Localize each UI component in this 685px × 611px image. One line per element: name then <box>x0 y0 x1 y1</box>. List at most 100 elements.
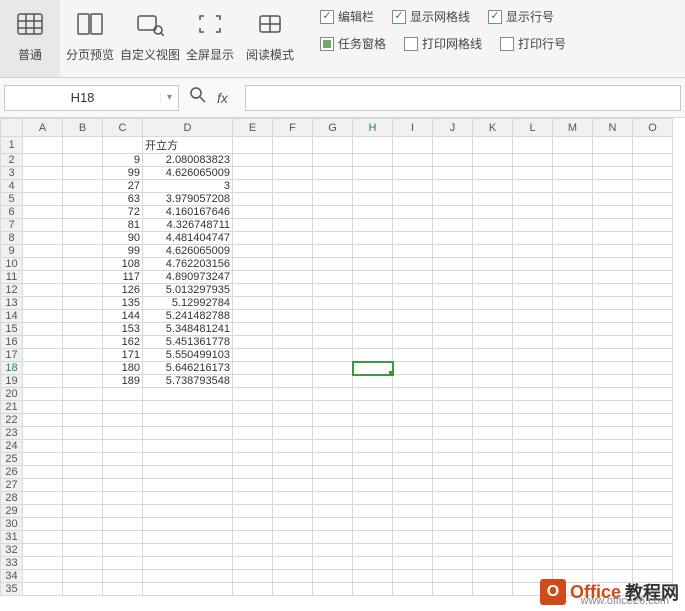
cell[interactable] <box>233 206 273 219</box>
cell[interactable] <box>353 375 393 388</box>
cell[interactable] <box>553 245 593 258</box>
cell[interactable] <box>353 440 393 453</box>
cell[interactable] <box>23 284 63 297</box>
cell[interactable] <box>353 336 393 349</box>
cell[interactable] <box>313 557 353 570</box>
row-header[interactable]: 15 <box>1 323 23 336</box>
cell[interactable] <box>473 401 513 414</box>
cell[interactable] <box>473 219 513 232</box>
cell[interactable] <box>23 518 63 531</box>
formula-input[interactable] <box>245 85 681 111</box>
cell[interactable] <box>513 154 553 167</box>
cell[interactable] <box>513 284 553 297</box>
cell[interactable] <box>313 154 353 167</box>
cell[interactable] <box>513 297 553 310</box>
cell[interactable] <box>593 323 633 336</box>
row-header[interactable]: 9 <box>1 245 23 258</box>
cell[interactable] <box>513 401 553 414</box>
cell[interactable] <box>553 258 593 271</box>
cell[interactable] <box>353 583 393 596</box>
cell[interactable] <box>353 518 393 531</box>
col-header[interactable]: G <box>313 119 353 137</box>
cell[interactable] <box>513 180 553 193</box>
cell[interactable] <box>63 193 103 206</box>
cell[interactable] <box>633 180 673 193</box>
cell[interactable] <box>393 271 433 284</box>
cell[interactable] <box>553 375 593 388</box>
cell[interactable] <box>143 583 233 596</box>
cell[interactable] <box>273 440 313 453</box>
cell[interactable] <box>313 323 353 336</box>
cell[interactable] <box>393 583 433 596</box>
cell[interactable] <box>433 414 473 427</box>
cell[interactable] <box>513 193 553 206</box>
view-normal-button[interactable]: 普通 <box>0 0 60 77</box>
cell[interactable] <box>273 505 313 518</box>
cell[interactable] <box>393 427 433 440</box>
cell[interactable] <box>553 518 593 531</box>
row-header[interactable]: 32 <box>1 544 23 557</box>
row-header[interactable]: 11 <box>1 271 23 284</box>
cell[interactable]: 63 <box>103 193 143 206</box>
cell[interactable] <box>633 297 673 310</box>
cell[interactable] <box>593 440 633 453</box>
cell[interactable] <box>273 258 313 271</box>
cell[interactable] <box>143 518 233 531</box>
cell[interactable] <box>593 518 633 531</box>
cell[interactable] <box>513 427 553 440</box>
row-header[interactable]: 12 <box>1 284 23 297</box>
cell[interactable] <box>433 206 473 219</box>
cell[interactable]: 81 <box>103 219 143 232</box>
cell[interactable] <box>393 232 433 245</box>
cell[interactable] <box>103 544 143 557</box>
cell[interactable] <box>633 427 673 440</box>
cell[interactable] <box>273 531 313 544</box>
cell[interactable] <box>63 544 103 557</box>
cell[interactable] <box>553 219 593 232</box>
cell[interactable] <box>633 219 673 232</box>
cell[interactable] <box>433 167 473 180</box>
cell[interactable] <box>63 492 103 505</box>
cell[interactable] <box>273 362 313 375</box>
cell[interactable]: 4.762203156 <box>143 258 233 271</box>
fx-label[interactable]: fx <box>217 90 237 106</box>
cell[interactable] <box>433 583 473 596</box>
cell[interactable] <box>103 583 143 596</box>
row-header[interactable]: 20 <box>1 388 23 401</box>
cell[interactable] <box>513 557 553 570</box>
cell[interactable] <box>63 427 103 440</box>
cell[interactable] <box>553 492 593 505</box>
cell[interactable] <box>633 388 673 401</box>
cell[interactable] <box>633 505 673 518</box>
cell[interactable] <box>313 271 353 284</box>
cell[interactable] <box>473 427 513 440</box>
cell[interactable] <box>433 219 473 232</box>
cell[interactable] <box>23 492 63 505</box>
cell[interactable] <box>433 271 473 284</box>
cell[interactable]: 5.348481241 <box>143 323 233 336</box>
cell[interactable] <box>63 297 103 310</box>
cell[interactable] <box>313 310 353 323</box>
cell[interactable] <box>633 453 673 466</box>
cell[interactable] <box>233 440 273 453</box>
cell[interactable] <box>273 401 313 414</box>
cell[interactable] <box>633 492 673 505</box>
cell[interactable] <box>233 137 273 154</box>
cell[interactable] <box>103 518 143 531</box>
cell[interactable] <box>313 349 353 362</box>
cell[interactable] <box>23 401 63 414</box>
cell[interactable]: 开立方 <box>143 137 233 154</box>
cell[interactable] <box>473 466 513 479</box>
cell[interactable] <box>103 466 143 479</box>
cell[interactable] <box>23 137 63 154</box>
cell[interactable] <box>353 137 393 154</box>
cell[interactable] <box>473 180 513 193</box>
cell[interactable] <box>273 232 313 245</box>
cell[interactable] <box>233 245 273 258</box>
select-all-corner[interactable] <box>1 119 23 137</box>
cell[interactable] <box>393 180 433 193</box>
cell[interactable] <box>233 193 273 206</box>
cell[interactable] <box>433 440 473 453</box>
cell[interactable] <box>633 193 673 206</box>
cell[interactable] <box>63 206 103 219</box>
